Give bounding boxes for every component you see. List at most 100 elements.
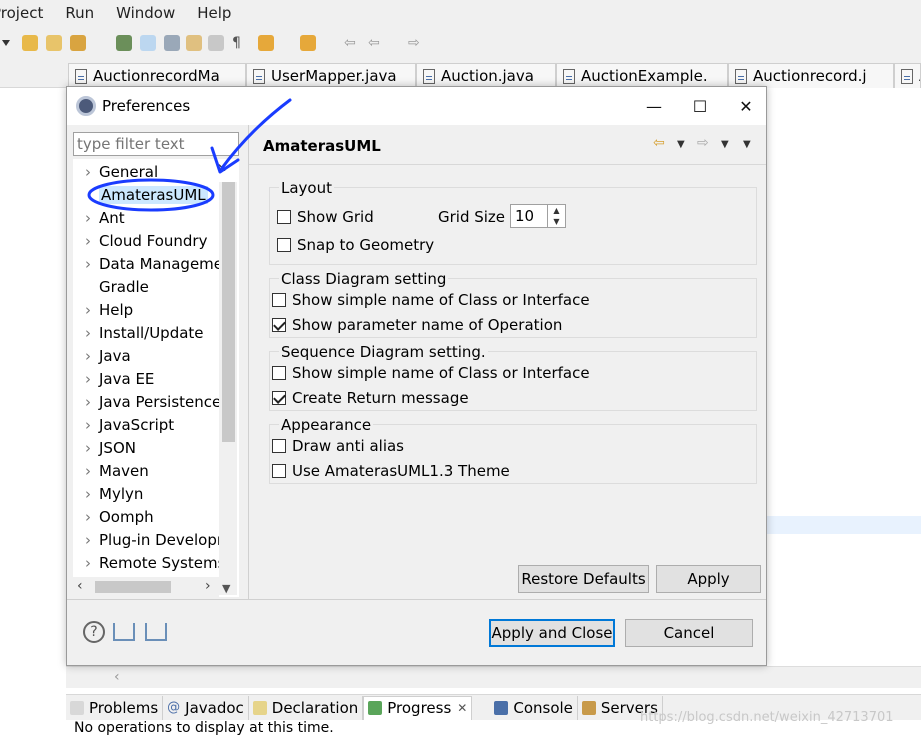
chevron-right-icon[interactable]: ›: [79, 347, 97, 365]
tab-console[interactable]: Console: [490, 695, 578, 720]
anti-alias-checkbox[interactable]: Draw anti alias: [272, 437, 404, 455]
tree-item[interactable]: AmaterasUML: [73, 184, 233, 206]
preference-tree[interactable]: › General AmaterasUML › Ant › Cloud Foundry › Da…: [73, 159, 239, 597]
open-folder-icon[interactable]: [22, 35, 38, 51]
grid-size-spinner[interactable]: ▲▼: [510, 204, 566, 228]
run-config-icon[interactable]: [70, 35, 86, 51]
chevron-right-icon[interactable]: ›: [79, 370, 97, 388]
clipboard-icon[interactable]: [208, 35, 224, 51]
checkbox[interactable]: [277, 238, 291, 252]
class-simple-name-checkbox[interactable]: Show simple name of Class or Interface: [272, 291, 590, 309]
apply-and-close-button[interactable]: Apply and Close: [489, 619, 615, 647]
tree-item[interactable]: › Ant: [73, 207, 233, 229]
chevron-right-icon[interactable]: ›: [79, 255, 97, 273]
folder-icon[interactable]: [46, 35, 62, 51]
apply-button[interactable]: Apply: [656, 565, 761, 593]
theme-checkbox[interactable]: Use AmaterasUML1.3 Theme: [272, 462, 510, 480]
tree-item[interactable]: › Cloud Foundry: [73, 230, 233, 252]
tree-horizontal-scrollbar[interactable]: ‹ ›: [73, 577, 219, 597]
checkbox[interactable]: [272, 318, 286, 332]
chevron-down-icon[interactable]: ▼: [721, 139, 729, 150]
close-icon[interactable]: ✕: [217, 161, 227, 175]
editor-area[interactable]: [767, 88, 921, 688]
tree-item[interactable]: › Java: [73, 345, 233, 367]
search-icon[interactable]: [116, 35, 132, 51]
show-grid-checkbox[interactable]: Show Grid: [277, 208, 374, 226]
highlight-icon[interactable]: [140, 35, 156, 51]
editor-horizontal-scrollbar[interactable]: ‹: [66, 666, 921, 688]
scrollbar-thumb[interactable]: [95, 581, 171, 593]
tab-progress[interactable]: Progress ✕: [363, 695, 473, 720]
chevron-right-icon[interactable]: ›: [79, 232, 97, 250]
tree-item[interactable]: › Oomph: [73, 506, 233, 528]
back-icon[interactable]: ⇦: [368, 35, 384, 51]
chevron-right-icon[interactable]: ›: [79, 163, 97, 181]
view-menu-icon[interactable]: ▼: [743, 139, 751, 150]
checkbox[interactable]: [272, 439, 286, 453]
chevron-right-icon[interactable]: ›: [79, 531, 97, 549]
toggle-icon[interactable]: [164, 35, 180, 51]
editor-tab[interactable]: A: [894, 63, 921, 88]
scroll-left-icon[interactable]: ‹: [114, 669, 120, 685]
back-icon[interactable]: ⇦: [653, 135, 665, 151]
help-icon[interactable]: ?: [83, 621, 105, 643]
chevron-right-icon[interactable]: ›: [79, 301, 97, 319]
chevron-right-icon[interactable]: ›: [205, 578, 211, 594]
chevron-right-icon[interactable]: ›: [79, 416, 97, 434]
tree-vertical-scrollbar[interactable]: ▼: [219, 182, 237, 595]
maximize-button[interactable]: ☐: [677, 87, 723, 125]
tree-item[interactable]: › JSON: [73, 437, 233, 459]
tree-item[interactable]: › Java Persistence: [73, 391, 233, 413]
tree-item[interactable]: › Remote Systems: [73, 552, 233, 574]
chevron-right-icon[interactable]: ›: [79, 324, 97, 342]
chevron-left-icon[interactable]: ‹: [77, 578, 83, 594]
tree-item[interactable]: › Install/Update: [73, 322, 233, 344]
tree-item[interactable]: › Plug-in Developr: [73, 529, 233, 551]
chevron-down-icon[interactable]: ▼: [677, 139, 685, 150]
close-button[interactable]: ✕: [723, 87, 769, 125]
spin-up-icon[interactable]: ▲: [548, 205, 565, 216]
param-name-checkbox[interactable]: Show parameter name of Operation: [272, 316, 562, 334]
menu-run[interactable]: Run: [65, 4, 94, 22]
tree-item[interactable]: › Maven: [73, 460, 233, 482]
chevron-right-icon[interactable]: ›: [79, 485, 97, 503]
prev-annotation-icon[interactable]: [300, 35, 316, 51]
forward-icon[interactable]: ⇨: [408, 35, 424, 51]
menu-project[interactable]: Project: [0, 4, 43, 22]
checkbox[interactable]: [272, 464, 286, 478]
scrollbar-thumb[interactable]: [222, 182, 235, 442]
sequence-simple-name-checkbox[interactable]: Show simple name of Class or Interface: [272, 364, 590, 382]
spin-down-icon[interactable]: ▼: [548, 216, 565, 227]
checkbox[interactable]: [277, 210, 291, 224]
chevron-right-icon[interactable]: ›: [79, 439, 97, 457]
checkbox[interactable]: [272, 391, 286, 405]
dialog-titlebar[interactable]: Preferences — ☐ ✕: [67, 87, 766, 125]
block-select-icon[interactable]: [186, 35, 202, 51]
tree-item[interactable]: › General: [73, 161, 233, 183]
chevron-right-icon[interactable]: ›: [79, 393, 97, 411]
chevron-right-icon[interactable]: ›: [79, 554, 97, 572]
grid-size-input[interactable]: [511, 205, 547, 227]
filter-input[interactable]: [73, 132, 239, 156]
editor-tab[interactable]: Auctionrecord.j: [728, 63, 894, 88]
last-edit-icon[interactable]: ⇦: [344, 35, 360, 51]
menu-window[interactable]: Window: [116, 4, 175, 22]
tab-problems[interactable]: Problems: [66, 695, 164, 720]
close-tab-icon[interactable]: ✕: [457, 701, 467, 715]
forward-icon[interactable]: ⇨: [697, 135, 709, 151]
tree-item[interactable]: Gradle: [73, 276, 233, 298]
export-icon[interactable]: [145, 623, 167, 641]
chevron-down-icon[interactable]: ▼: [222, 582, 230, 595]
editor-tab[interactable]: AuctionrecordMa: [68, 63, 246, 88]
tab-declaration[interactable]: Declaration: [249, 695, 364, 720]
checkbox[interactable]: [272, 293, 286, 307]
tree-item[interactable]: › Data Manageme: [73, 253, 233, 275]
return-message-checkbox[interactable]: Create Return message: [272, 389, 469, 407]
tree-item[interactable]: › JavaScript: [73, 414, 233, 436]
checkbox[interactable]: [272, 366, 286, 380]
editor-tab[interactable]: Auction.java: [416, 63, 556, 88]
sash[interactable]: [248, 125, 249, 599]
menu-help[interactable]: Help: [197, 4, 231, 22]
snap-to-geometry-checkbox[interactable]: Snap to Geometry: [277, 236, 434, 254]
tree-item[interactable]: › Java EE: [73, 368, 233, 390]
